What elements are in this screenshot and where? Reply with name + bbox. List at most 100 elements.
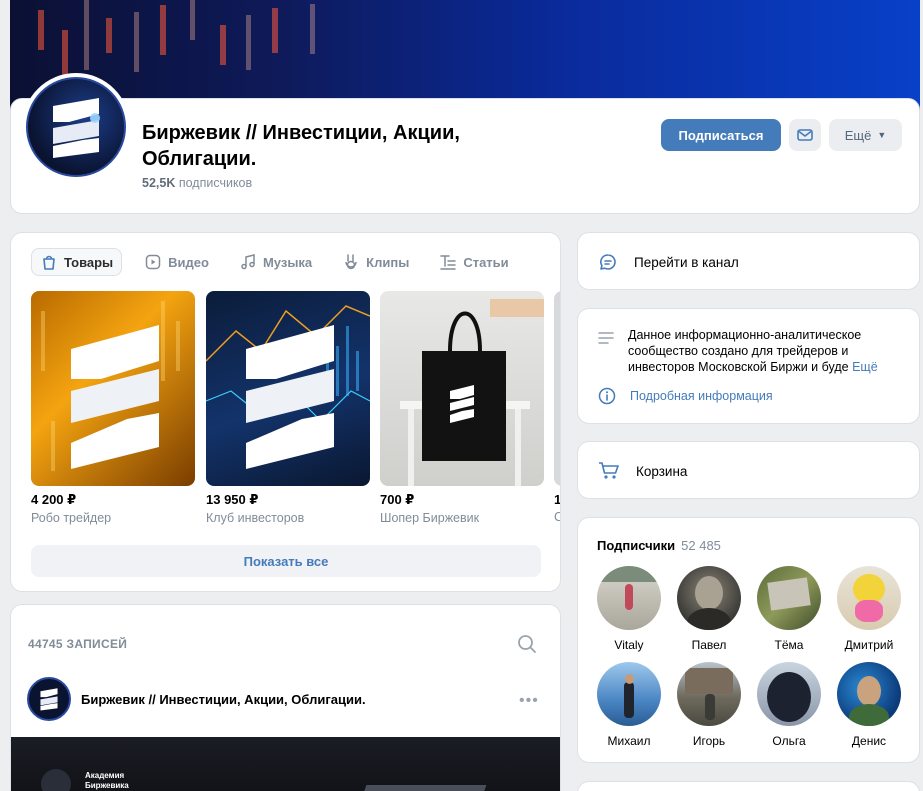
- product-card[interactable]: 13 950 ₽ Клуб инвесторов: [206, 291, 370, 525]
- post-author-name[interactable]: Биржевик // Инвестиции, Акции, Облигации…: [81, 692, 366, 707]
- subscribe-button[interactable]: Подписаться: [661, 119, 781, 151]
- cover-image: [10, 0, 920, 112]
- records-count: 44745 ЗАПИСЕЙ: [28, 637, 128, 651]
- tab-label: Статьи: [463, 254, 509, 270]
- follower-item[interactable]: Vitaly: [589, 566, 669, 652]
- message-button[interactable]: [789, 119, 821, 151]
- followers-card: Подписчики 52 485 Vitaly Павел Тёма Дмитр…: [577, 517, 920, 763]
- follower-name: Тёма: [774, 638, 804, 652]
- search-icon[interactable]: [516, 633, 538, 655]
- followers-header[interactable]: Подписчики 52 485: [597, 538, 721, 553]
- about-text: Данное информационно-аналитическое сообщ…: [628, 328, 862, 374]
- post-image-caption-line: Академия: [85, 771, 125, 780]
- tab-video[interactable]: Видео: [136, 248, 217, 276]
- subscribers-label: подписчиков: [178, 176, 253, 190]
- group-avatar[interactable]: [22, 73, 130, 181]
- about-more-link[interactable]: Ещё: [852, 360, 878, 374]
- product-card[interactable]: 4 200 ₽ Робо трейдер: [31, 291, 195, 525]
- product-image: [380, 291, 544, 486]
- follower-avatar: [757, 566, 821, 630]
- follower-avatar: [597, 662, 661, 726]
- tab-label: Музыка: [262, 254, 313, 270]
- follower-item[interactable]: Ольга: [749, 662, 829, 748]
- follower-item[interactable]: Михаил: [589, 662, 669, 748]
- page-title: Биржевик // Инвестиции, Акции, Облигации…: [142, 122, 460, 170]
- articles-icon: [440, 255, 457, 270]
- about-card: Данное информационно-аналитическое сообщ…: [577, 308, 920, 424]
- post-image-caption-line: Биржевика: [85, 781, 129, 790]
- follower-avatar: [837, 566, 901, 630]
- channel-card[interactable]: Перейти в канал: [577, 232, 920, 290]
- detailed-info-label: Подробная информация: [630, 389, 773, 403]
- follower-item[interactable]: Тёма: [749, 566, 829, 652]
- cart-icon: [599, 462, 619, 479]
- cart-card[interactable]: Корзина: [577, 441, 920, 499]
- info-icon: [598, 387, 616, 405]
- follower-name: Павел: [691, 638, 727, 652]
- follower-name: Денис: [851, 734, 887, 748]
- follower-item[interactable]: Павел: [669, 566, 749, 652]
- followers-title: Подписчики: [597, 538, 676, 553]
- chat-bubble-icon: [600, 254, 616, 270]
- clips-icon: [345, 254, 357, 270]
- follower-item[interactable]: Денис: [829, 662, 909, 748]
- post-author-avatar[interactable]: [27, 677, 71, 721]
- tab-label: Клипы: [366, 254, 410, 270]
- tab-articles[interactable]: Статьи: [431, 248, 516, 276]
- follower-avatar: [677, 566, 741, 630]
- logo-s-icon: [40, 688, 58, 711]
- follower-name: Ольга: [772, 734, 806, 748]
- tab-label: Видео: [168, 254, 209, 270]
- follower-avatar: [837, 662, 901, 726]
- subscribers-number: 52,5K: [142, 176, 176, 190]
- next-card: [577, 781, 920, 791]
- product-name: Робо трейдер: [31, 511, 112, 525]
- follower-name: Игорь: [692, 734, 726, 748]
- content-tabs: Товары Видео Музыка Клипы Статьи: [31, 248, 517, 276]
- detailed-info-link[interactable]: Подробная информация: [598, 387, 773, 405]
- cart-label: Корзина: [636, 463, 688, 479]
- follower-name: Дмитрий: [844, 638, 894, 652]
- follower-name: Vitaly: [614, 638, 644, 652]
- more-button-label: Ещё: [844, 127, 872, 143]
- cart-link[interactable]: Корзина: [598, 461, 687, 481]
- academy-logo: [41, 769, 71, 791]
- tab-goods[interactable]: Товары: [31, 248, 123, 276]
- tab-music[interactable]: Музыка: [231, 248, 320, 276]
- more-button[interactable]: Ещё ▼: [829, 119, 902, 151]
- products-card: Товары Видео Музыка Клипы Статьи 4 200 ₽…: [10, 232, 561, 592]
- chevron-down-icon: ▼: [877, 130, 887, 140]
- product-name: Клуб инвесторов: [206, 511, 305, 525]
- product-price: 1: [554, 492, 561, 507]
- post-image-caption: Академия Биржевика: [85, 771, 129, 791]
- mail-icon: [797, 129, 813, 141]
- product-image: [206, 291, 370, 486]
- follower-item[interactable]: Игорь: [669, 662, 749, 748]
- follower-item[interactable]: Дмитрий: [829, 566, 909, 652]
- bag-icon: [43, 255, 55, 270]
- follower-name: Михаил: [607, 734, 651, 748]
- music-icon: [241, 254, 255, 270]
- product-price: 4 200 ₽: [31, 492, 77, 507]
- follower-avatar: [597, 566, 661, 630]
- product-image: [554, 291, 560, 486]
- tab-clips[interactable]: Клипы: [334, 248, 417, 276]
- product-name: С: [554, 510, 560, 524]
- product-image: [31, 291, 195, 486]
- wall-card: 44745 ЗАПИСЕЙ Биржевик // Инвестиции, Ак…: [10, 604, 561, 791]
- video-icon: [145, 254, 161, 270]
- product-card[interactable]: 700 ₽ Шопер Биржевик: [380, 291, 544, 525]
- product-card[interactable]: 1 С: [554, 291, 561, 524]
- channel-label: Перейти в канал: [634, 254, 739, 270]
- post-image-shape: [355, 785, 487, 791]
- logo-s-icon: [53, 98, 100, 158]
- product-price: 13 950 ₽: [206, 492, 259, 507]
- channel-link[interactable]: Перейти в канал: [598, 252, 739, 272]
- text-lines-icon: [598, 332, 614, 344]
- tab-label: Товары: [64, 254, 114, 270]
- about-description: Данное информационно-аналитическое сообщ…: [628, 327, 904, 375]
- more-horizontal-icon[interactable]: •••: [519, 692, 539, 710]
- show-all-button[interactable]: Показать все: [31, 545, 541, 577]
- product-price: 700 ₽: [380, 492, 415, 507]
- follower-avatar: [757, 662, 821, 726]
